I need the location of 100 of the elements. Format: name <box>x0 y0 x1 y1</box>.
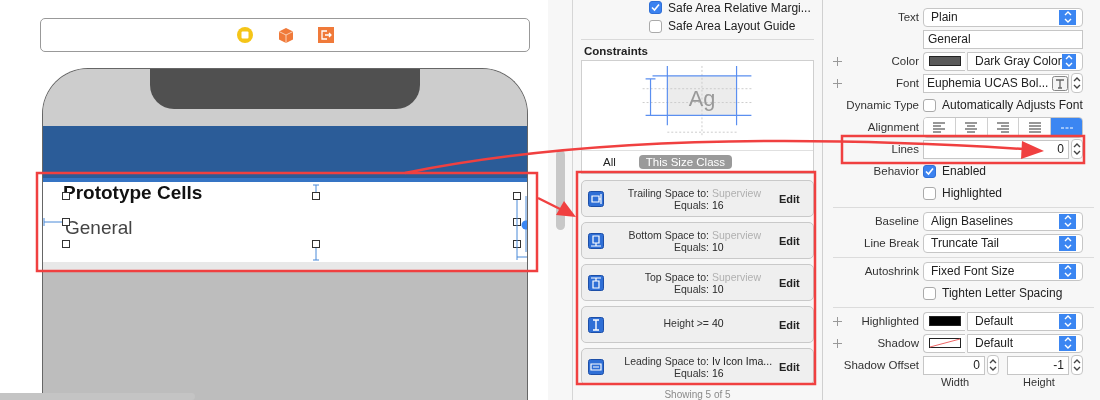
plus-icon[interactable] <box>833 316 842 326</box>
chevron-icon <box>1063 214 1072 228</box>
constraint-value: Superview <box>712 228 763 241</box>
field-label: Shadow Offset <box>843 359 919 371</box>
chevron-icon <box>989 358 997 372</box>
color-popup-button[interactable]: Default <box>967 333 1083 353</box>
scroll-bar[interactable] <box>0 393 195 400</box>
checkbox-label: Safe Area Relative Margi... <box>668 0 811 15</box>
section-title: Constraints <box>584 45 648 57</box>
field-label: Baseline <box>874 215 919 227</box>
field-label: Font <box>896 77 919 89</box>
edit-button[interactable]: Edit <box>779 192 807 205</box>
number-field[interactable]: -1 <box>1007 355 1069 375</box>
field-label: Line Break <box>864 237 919 249</box>
tab[interactable]: All <box>596 155 623 169</box>
chevron-icon <box>1063 314 1072 328</box>
chevron-icon <box>1073 358 1081 372</box>
text-alignment-icon <box>933 121 946 133</box>
constraint-icon <box>588 274 604 291</box>
chevron-icon <box>1073 142 1081 156</box>
popup-button[interactable]: Truncate Tail <box>923 233 1083 253</box>
text-alignment-icon <box>965 121 978 133</box>
constraint-label: Top Space to: <box>644 270 709 283</box>
number-field[interactable]: 0 <box>923 355 985 375</box>
constraint-value: Iv Icon Ima... <box>712 354 774 367</box>
constraint-value: 16 <box>712 366 725 379</box>
constraint-label: Trailing Space to: <box>627 186 709 199</box>
cell-label[interactable]: General <box>65 217 133 239</box>
plus-icon[interactable] <box>833 78 842 88</box>
constraint-value: 10 <box>712 240 724 253</box>
color-swatch[interactable] <box>923 51 965 71</box>
field-caption: Width <box>939 376 971 388</box>
constraint-icon <box>588 358 604 375</box>
footer-text: Showing 5 of 5 <box>664 389 731 400</box>
constraint-label: Bottom Space to: <box>628 228 709 241</box>
checkbox-label: Safe Area Layout Guide <box>668 19 796 34</box>
chevron-icon <box>1063 10 1072 24</box>
field-label: Alignment <box>867 121 919 133</box>
field-label: Behavior <box>873 165 919 177</box>
stepper[interactable] <box>1071 355 1083 375</box>
checkbox-label: Enabled <box>942 164 987 178</box>
plus-icon[interactable] <box>833 56 842 66</box>
constraint-item[interactable]: Bottom Space to: Superview Equals: 10 Edit <box>581 222 814 259</box>
text-alignment-icon <box>997 121 1009 133</box>
field-label: Autoshrink <box>864 265 919 277</box>
font-field[interactable]: Euphemia UCAS Bol... <box>923 73 1069 93</box>
constraint-label: Height >= <box>663 316 709 329</box>
constraint-value: Superview <box>712 186 763 199</box>
scroll-bar[interactable] <box>555 150 565 230</box>
constraint-icon <box>588 316 604 333</box>
constraint-value: 10 <box>712 282 724 295</box>
color-swatch[interactable] <box>923 311 965 331</box>
checkbox-label: Highlighted <box>942 186 1003 200</box>
checkbox[interactable] <box>923 98 936 112</box>
chevron-icon <box>1073 76 1081 90</box>
alignment-control[interactable] <box>923 116 1083 138</box>
annotation-arrow <box>537 196 576 217</box>
constraint-value: Superview <box>712 270 763 283</box>
plus-icon[interactable] <box>833 338 842 348</box>
constraint-item[interactable]: Trailing Space to: Superview Equals: 16 Edit <box>581 180 814 217</box>
constraint-item[interactable]: Top Space to: Superview Equals: 10 Edit <box>581 264 814 301</box>
sample-text: Ag <box>688 85 716 111</box>
stepper[interactable] <box>987 355 999 375</box>
chevron-icon <box>1063 236 1072 250</box>
chevron-icon <box>1064 54 1073 68</box>
constraint-item[interactable]: Height >= 40 Edit <box>581 306 814 343</box>
stepper[interactable] <box>1071 139 1083 159</box>
exit-icon[interactable] <box>318 27 334 43</box>
popup-button[interactable]: Plain <box>923 7 1083 27</box>
text-alignment-icon <box>1028 121 1041 133</box>
constraint-item[interactable]: Leading Space to: Iv Icon Ima... Equals: 16 Edit <box>581 348 814 385</box>
popup-button[interactable]: Align Baselines <box>923 211 1083 231</box>
edit-button[interactable]: Edit <box>779 276 807 289</box>
field-label: Lines <box>891 143 919 155</box>
checkbox[interactable] <box>649 19 662 33</box>
color-swatch[interactable] <box>923 333 965 353</box>
edit-button[interactable]: Edit <box>779 234 807 247</box>
color-popup-button[interactable]: Default <box>967 311 1083 331</box>
checkbox[interactable] <box>923 164 936 178</box>
field-label: Dynamic Type <box>846 99 919 111</box>
checkbox[interactable] <box>923 186 936 200</box>
chevron-icon <box>1063 264 1072 278</box>
constraint-value: 16 <box>712 198 724 211</box>
text-field[interactable]: General <box>923 29 1083 49</box>
field-label: Highlighted <box>861 315 919 327</box>
constraint-label: Equals: <box>673 366 709 379</box>
edit-button[interactable]: Edit <box>779 318 807 331</box>
constraint-icon <box>588 190 604 207</box>
field-label: Text <box>897 11 919 23</box>
constraint-label: Equals: <box>673 240 709 253</box>
checkbox[interactable] <box>923 286 936 300</box>
chevron-icon <box>1063 336 1072 350</box>
checkbox-label: Automatically Adjusts Font <box>942 98 1083 112</box>
field-caption: Height <box>1022 376 1056 388</box>
cube-icon[interactable] <box>278 26 294 44</box>
color-popup-button[interactable]: Dark Gray Color <box>967 51 1083 71</box>
popup-button[interactable]: Fixed Font Size <box>923 261 1083 281</box>
checkbox[interactable] <box>649 1 662 15</box>
edit-button[interactable]: Edit <box>779 360 807 373</box>
stepper[interactable] <box>1071 73 1083 93</box>
